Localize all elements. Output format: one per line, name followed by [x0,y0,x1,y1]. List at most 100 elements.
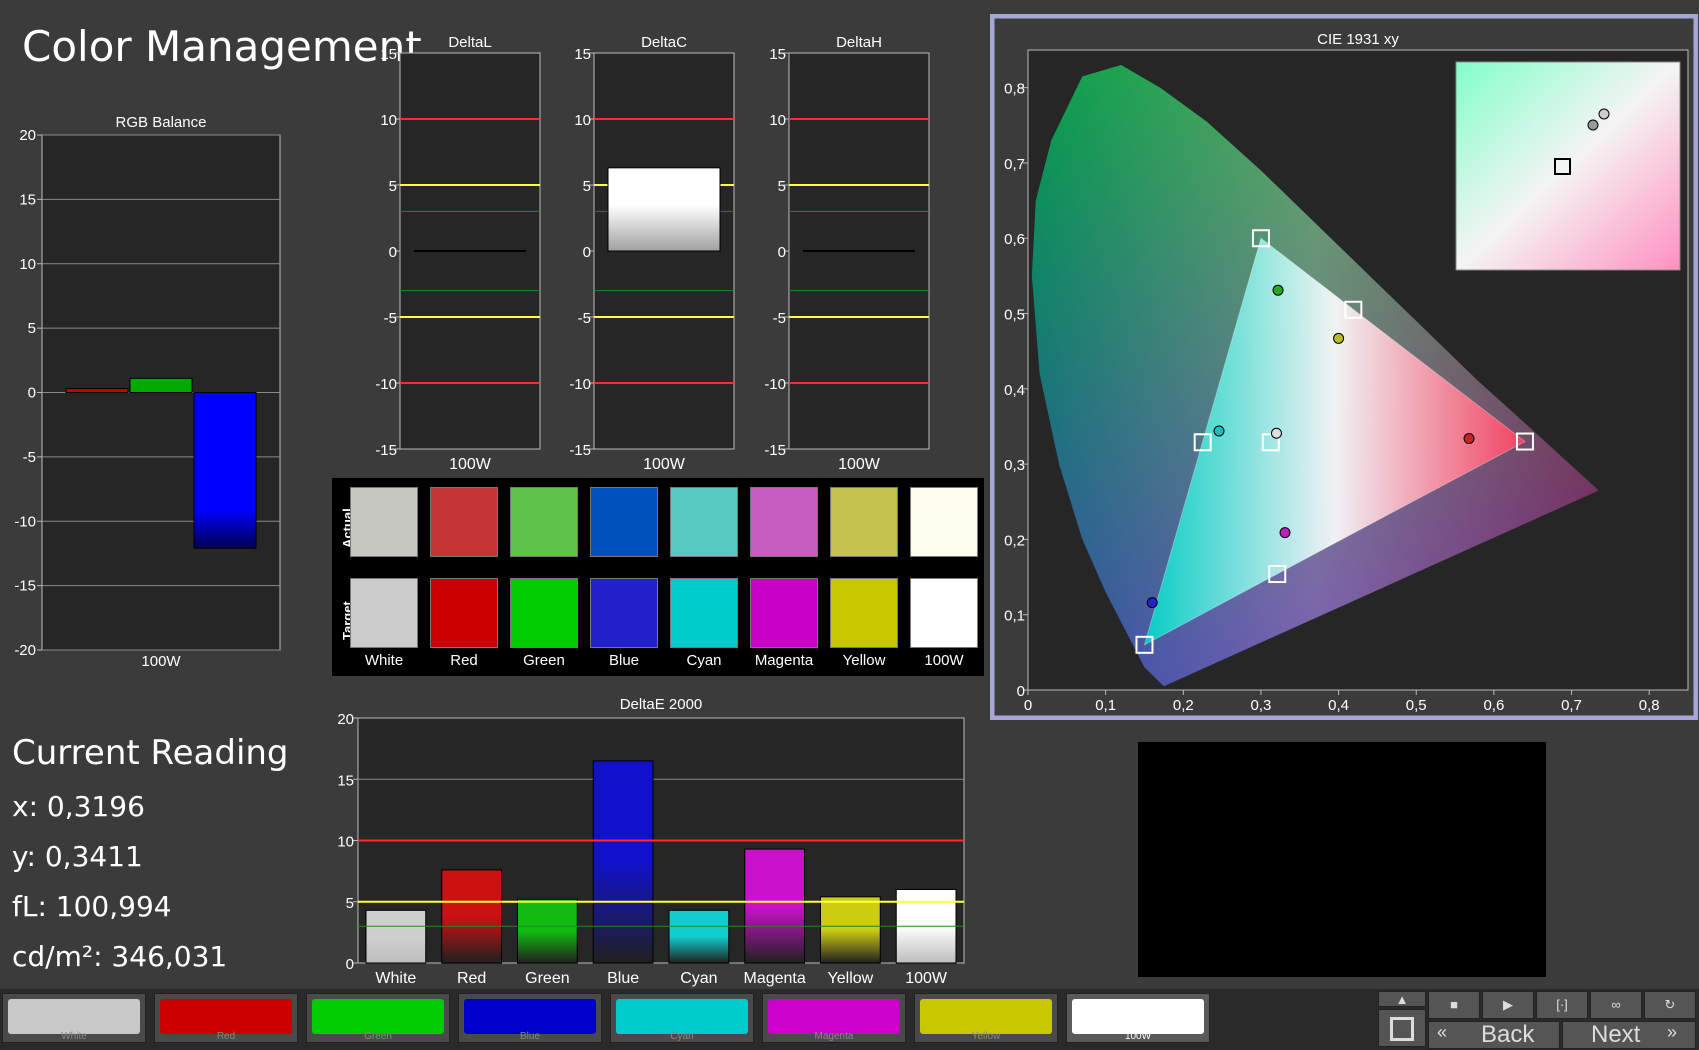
patch-button-blue[interactable]: Blue [458,993,602,1043]
y-tick-label: 15 [19,191,36,208]
refresh-button[interactable]: ↻ [1644,991,1696,1019]
y-tick-label: 0 [1017,683,1025,700]
patch-button-cyan[interactable]: Cyan [610,993,754,1043]
x-tick-label: 0,3 [1251,697,1272,714]
measured-marker [1463,433,1475,445]
deltae-bar [668,909,730,964]
measured-marker [1333,332,1345,344]
next-label: Next [1591,1021,1641,1048]
delta-bar [607,167,721,252]
swatch-label: Red [450,652,478,669]
rgb-balance-title: RGB Balance [116,114,207,131]
patch-button-green[interactable]: Green [306,993,450,1043]
y-tick-label: 15 [337,772,354,789]
up-arrow-button[interactable]: ▲ [1378,991,1426,1007]
inset-measured-marker [1598,108,1610,120]
y-tick-label: 10 [574,112,591,129]
patch-button-red[interactable]: Red [154,993,298,1043]
stop-icon: ■ [1450,997,1458,1012]
patch-color-fill [920,999,1052,1034]
swatch-label: Cyan [686,652,722,669]
y-tick-label: 15 [769,46,786,63]
next-chevron-icon: » [1667,1022,1678,1042]
swatch-target-red [430,578,498,648]
swatch-label: Yellow [842,652,886,669]
patch-button-100w[interactable]: 100W [1066,993,1210,1043]
back-button[interactable]: « Back [1428,1021,1560,1049]
inset-measured-marker [1587,119,1599,131]
rgb-bar [193,392,257,549]
swatch-target-cyan [670,578,738,648]
y-tick-label: 5 [346,895,354,912]
deltae-bar [820,896,881,964]
y-tick-label: -15 [375,442,397,459]
rgb-balance-chart: RGB Balance 20 15 10 5 0 -5 -10 -15 -20 100W [14,114,281,670]
reading-cdm2: cd/m²: 346,031 [12,940,228,973]
patch-color-fill [768,999,900,1034]
x-tick-label: Cyan [680,970,717,987]
patch-button-white[interactable]: White [2,993,146,1043]
y-tick-label: -15 [569,442,591,459]
x-tick-label: 0,2 [1173,697,1194,714]
reading-y: y: 0,3411 [12,840,143,873]
swatch-actual-magenta [750,487,818,557]
stop-button[interactable]: ■ [1428,991,1480,1019]
measured-marker [1270,427,1282,439]
y-tick-label: 10 [380,112,397,129]
play-button[interactable]: ▶ [1482,991,1534,1019]
deltae-bar [365,909,427,964]
delta-lch-charts: DeltaL 15 10 5 0 -5 -10 -15 100W DeltaC 15 10 5 0 -5 -1… [375,34,930,473]
y-tick-label: 0 [583,244,591,261]
y-tick-label: -15 [764,442,786,459]
patch-button-yellow[interactable]: Yellow [914,993,1058,1043]
patch-color-fill [160,999,292,1034]
patch-label: Red [216,1031,236,1042]
y-tick-label: 15 [574,46,591,63]
swatch-label: White [364,652,404,669]
next-button[interactable]: Next » [1562,1021,1696,1049]
y-tick-label: 20 [19,127,36,144]
swatch-target-white [350,578,418,648]
delta-chart-title: DeltaC [641,34,687,51]
y-tick-label: 0,7 [1004,156,1025,173]
x-tick-label: 100W [905,970,948,987]
patch-button-magenta[interactable]: Magenta [762,993,906,1043]
y-tick-label: 20 [337,711,354,728]
patch-color-fill [1072,999,1204,1034]
swatch-label: Green [523,652,565,669]
swatch-label: 100W [924,652,964,669]
y-tick-label: 0,5 [1004,307,1025,324]
patch-label: Cyan [670,1031,694,1042]
y-tick-label: 5 [778,178,786,195]
cie-1931-chart: CIE 1931 xy 0 0,1 0,2 0,3 0,4 0,5 0,6 0,7 0,8 0 0,1… [990,14,1698,720]
stop-icon [1390,1017,1414,1041]
y-tick-label: 5 [389,178,397,195]
swatch-actual-yellow [830,487,898,557]
x-tick-label: 100W [449,456,492,473]
deltae-bar [517,898,578,964]
swatch-target-blue [590,578,658,648]
deltae-title: DeltaE 2000 [620,696,703,713]
y-tick-label: 0 [28,385,36,402]
stop-square-button[interactable] [1378,1009,1426,1047]
patch-color-fill [464,999,596,1034]
deltae-bar [592,760,654,964]
x-tick-label: 0 [1024,697,1032,714]
swatch-actual-blue [590,487,658,557]
y-tick-label: 10 [769,112,786,129]
y-tick-label: -5 [23,449,36,466]
y-tick-label: 5 [583,178,591,195]
x-tick-label: 100W [643,456,686,473]
y-tick-label: 5 [28,320,36,337]
y-tick-label: 0,1 [1004,608,1025,625]
measured-marker [1272,284,1284,296]
measured-marker [1279,527,1291,539]
swatch-panel: Actual Target White Red Green Blue Cyan Magen… [332,478,984,676]
step-button[interactable]: [·] [1536,991,1588,1019]
y-tick-label: 10 [337,834,354,851]
y-tick-label: -10 [14,513,36,530]
loop-button[interactable]: ∞ [1590,991,1642,1019]
reading-x: x: 0,3196 [12,790,145,823]
swatch-target-magenta [750,578,818,648]
deltae-bar [744,848,805,964]
